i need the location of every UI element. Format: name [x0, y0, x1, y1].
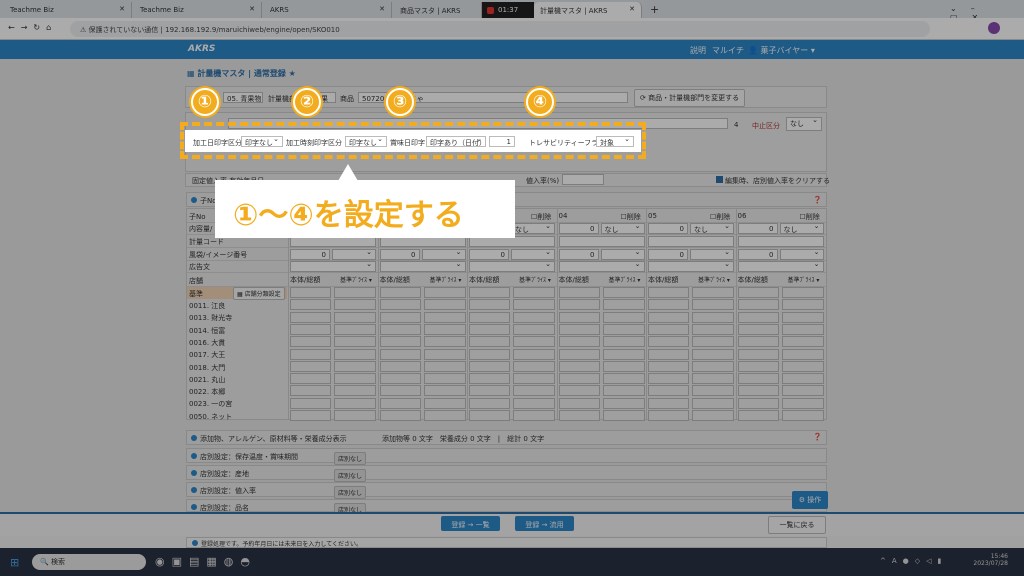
highlight-box	[180, 122, 646, 159]
marker-2: ②	[293, 88, 321, 116]
dim-overlay	[0, 0, 1024, 576]
marker-4: ④	[526, 88, 554, 116]
marker-3: ③	[386, 88, 414, 116]
callout-pointer	[338, 164, 358, 181]
marker-1: ①	[191, 88, 219, 116]
callout-instruction: ①〜④を設定する	[215, 180, 515, 238]
